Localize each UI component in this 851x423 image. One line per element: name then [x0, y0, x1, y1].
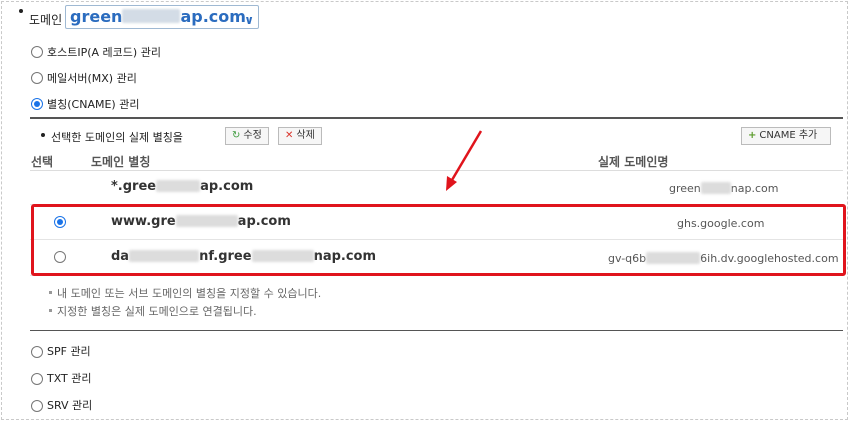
option-label-txt: TXT 관리 — [47, 372, 92, 385]
arrow-head — [446, 176, 457, 191]
help-note-text: 지정한 별칭은 실제 도메인으로 연결됩니다. — [57, 305, 257, 318]
red-arrow-annotation — [446, 130, 483, 191]
help-note: 내 도메인 또는 서브 도메인의 별칭을 지정할 수 있습니다. — [49, 285, 321, 301]
arrow-line — [450, 130, 483, 181]
help-note: 지정한 별칭은 실제 도메인으로 연결됩니다. — [49, 303, 257, 319]
option-label-srv: SRV 관리 — [47, 399, 93, 412]
bullet — [49, 309, 52, 312]
radio-txt[interactable] — [31, 373, 43, 385]
radio-spf[interactable] — [31, 346, 43, 358]
option-label-spf: SPF 관리 — [47, 345, 91, 358]
radio-srv[interactable] — [31, 400, 43, 412]
bullet — [49, 291, 52, 294]
help-note-text: 내 도메인 또는 서브 도메인의 별칭을 지정할 수 있습니다. — [57, 287, 322, 300]
